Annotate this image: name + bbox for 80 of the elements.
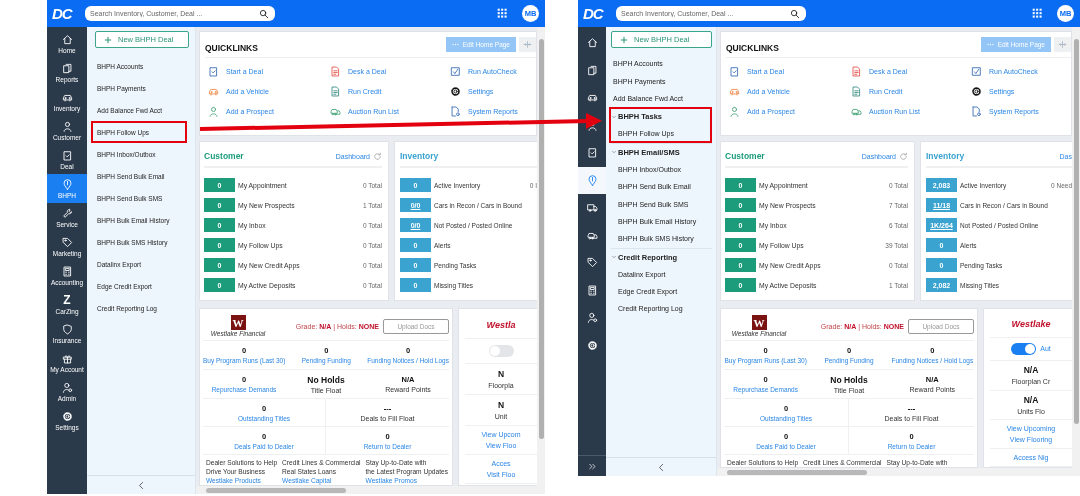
search-icon [259,8,269,19]
card-title: Customer [725,151,765,161]
app-grid-icon[interactable] [497,8,508,19]
toggle-switch[interactable] [1011,342,1037,355]
plus-icon [104,35,112,44]
car-icon [586,92,598,104]
card-title: QUICKLINKS [726,42,779,53]
stat-value: No Holds [830,374,868,385]
dots-icon [986,43,994,46]
documents-icon [61,62,73,74]
tag-icon [61,236,73,248]
caret-icon [611,113,617,120]
chevron-left-icon [656,462,666,472]
checkbox-icon [450,65,461,77]
document-icon [330,65,341,77]
clipboard-icon [729,65,740,77]
document-gear-icon [450,105,461,117]
shield-icon [61,323,73,335]
refresh-icon [899,151,908,161]
person-gear-icon [586,312,598,324]
logo-text: Westlake [1011,319,1051,330]
documents-icon [586,64,598,76]
dots-icon [451,43,459,46]
nav-item[interactable] [578,166,606,194]
logo[interactable]: DC [52,5,77,22]
card-title: Inventory [400,151,439,161]
stat-value: N [497,369,505,379]
vertical-scrollbar[interactable] [537,27,545,494]
horizontal-scrollbar[interactable] [196,486,537,494]
tag-icon [586,257,598,269]
clipboard-icon [586,147,598,159]
map-pin-icon [61,178,73,190]
horizontal-scrollbar[interactable] [717,468,1072,476]
logo: W [230,315,246,330]
card-title: Inventory [926,151,965,161]
z-logo-icon: Z [63,294,71,306]
calculator-icon [61,265,73,277]
logo: W [751,315,767,330]
chevron-left-icon [136,480,146,490]
person-icon [61,120,73,132]
card-title: QUICKLINKS [205,42,258,53]
card-title: Customer [204,151,244,161]
settings-icon [971,85,982,97]
house-icon [586,37,598,49]
plus-icon [620,35,628,44]
vertical-scrollbar[interactable] [1072,27,1080,476]
caret-icon [611,254,617,260]
double-chevron-right-icon [587,461,597,471]
settings-icon [450,85,461,97]
checkbox-icon [971,65,982,77]
document-gear-icon [971,105,982,117]
calculator-icon [586,284,598,296]
person-icon [729,105,740,117]
gift-icon [61,352,73,364]
stat-value: N/A [1023,394,1039,405]
refresh-icon [373,151,382,161]
person-icon [208,105,219,117]
app-grid-icon[interactable] [1032,8,1043,19]
settings-icon [61,410,73,422]
wrench-icon [61,207,73,219]
split-view-icon [1058,40,1067,49]
clipboard-icon [208,65,219,77]
house-icon [61,33,73,45]
map-pin-icon [586,174,598,186]
document-icon [851,85,862,97]
stat-value: N/A [1023,365,1039,376]
logo-text: Westla [486,320,516,330]
toggle-switch[interactable] [488,345,514,357]
logo[interactable]: DC [583,5,608,22]
stat-value: N [497,400,505,410]
clipboard-icon [61,149,73,161]
settings-icon [586,339,598,351]
document-icon [851,65,862,77]
search-icon [790,8,800,19]
truck-icon [586,202,598,214]
person-gear-icon [61,381,73,393]
caret-icon [611,149,617,156]
stat-value: No Holds [307,374,345,385]
document-icon [330,85,341,97]
split-view-icon [523,40,532,49]
